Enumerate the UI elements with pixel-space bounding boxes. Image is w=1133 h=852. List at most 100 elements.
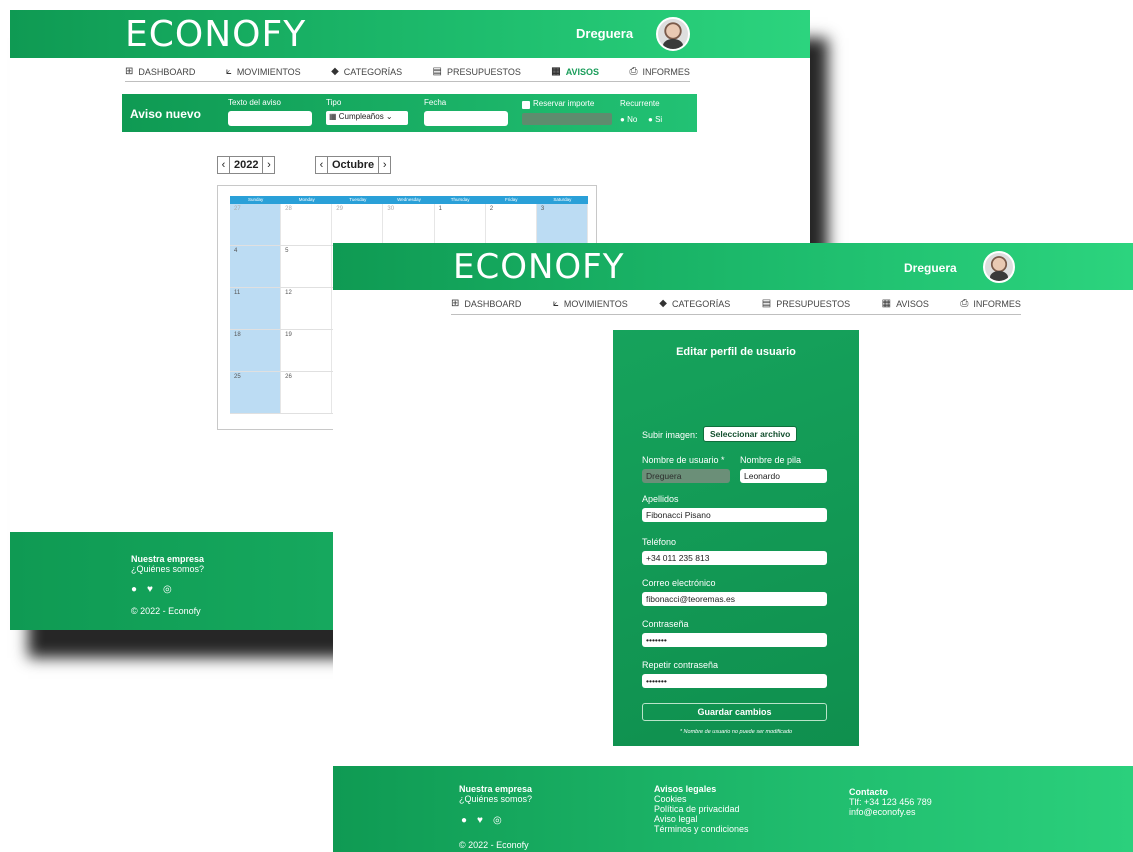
phone-label: Teléfono xyxy=(642,537,677,547)
brand-logo[interactable]: ECONOFY xyxy=(453,247,625,287)
footer-link-legal[interactable]: Aviso legal xyxy=(654,814,697,824)
avatar[interactable] xyxy=(656,17,690,51)
footer-about-link[interactable]: ¿Quiénes somos? xyxy=(131,564,204,574)
calendar-day[interactable]: 27 xyxy=(230,204,282,245)
calendar-day[interactable]: 4 xyxy=(230,246,282,287)
twitter-icon[interactable]: ♥ xyxy=(147,584,153,595)
instagram-icon[interactable]: ◎ xyxy=(493,815,502,826)
email-field[interactable]: fibonacci@teoremas.es xyxy=(642,592,827,606)
calendar-day[interactable]: 11 xyxy=(230,288,282,329)
month-value: Octubre xyxy=(332,159,375,171)
printer-icon: ⎙ xyxy=(629,66,638,77)
header: ECONOFY Dreguera xyxy=(10,10,810,58)
calendar-icon: ▦ xyxy=(551,66,561,77)
user-name[interactable]: Dreguera xyxy=(576,26,633,41)
aviso-text-input[interactable] xyxy=(228,111,312,126)
calendar-day[interactable]: 12 xyxy=(281,288,333,329)
twitter-icon[interactable]: ♥ xyxy=(477,815,483,826)
recurrente-si-radio[interactable]: ● Si xyxy=(648,115,662,124)
github-icon[interactable]: ● xyxy=(131,584,137,595)
footer-link-cookies[interactable]: Cookies xyxy=(654,794,687,804)
nav-label: CATEGORÍAS xyxy=(671,298,731,309)
calendar-icon: ▦ xyxy=(329,112,339,121)
nav-categorias[interactable]: ◆ CATEGORÍAS xyxy=(659,293,730,314)
calendar-day[interactable]: 19 xyxy=(281,330,333,371)
calendar-day[interactable]: 30 xyxy=(383,204,435,245)
footer-contact-email[interactable]: info@econofy.es xyxy=(849,807,916,817)
calendar-day[interactable]: 2 xyxy=(486,204,537,245)
calendar-day[interactable]: 5 xyxy=(281,246,333,287)
new-aviso-form: Aviso nuevo Texto del aviso Tipo ▦ Cumpl… xyxy=(122,94,697,132)
weekday-label: Saturday xyxy=(553,197,572,202)
edit-profile-form: Editar perfil de usuario Subir imagen: S… xyxy=(613,330,859,746)
phone-field[interactable]: +34 011 235 813 xyxy=(642,551,827,565)
footer-about-link[interactable]: ¿Quiénes somos? xyxy=(459,794,532,804)
brand-logo[interactable]: ECONOFY xyxy=(125,14,306,55)
footer-contact-title: Contacto xyxy=(849,787,888,797)
password-field[interactable]: ••••••• xyxy=(642,633,827,647)
aviso-form-title: Aviso nuevo xyxy=(130,107,201,121)
nav-presupuestos[interactable]: ▤ PRESUPUESTOS xyxy=(433,62,521,81)
calendar-day[interactable]: 29 xyxy=(332,204,384,245)
calendar-day[interactable]: 28 xyxy=(281,204,333,245)
nav-movimientos[interactable]: ⟀ MOVIMIENTOS xyxy=(553,293,628,314)
nav-informes[interactable]: ⎙ INFORMES xyxy=(629,62,690,81)
nav-label: PRESUPUESTOS xyxy=(776,298,851,309)
aviso-date-input[interactable] xyxy=(424,111,508,126)
nav-dashboard[interactable]: ⊞ DASHBOARD xyxy=(125,62,195,81)
nav-presupuestos[interactable]: ▤ PRESUPUESTOS xyxy=(762,293,850,314)
reservar-label: Reservar importe xyxy=(533,99,595,108)
nav-label: CATEGORÍAS xyxy=(343,66,403,77)
avatar[interactable] xyxy=(983,251,1015,283)
chevron-right-icon[interactable]: › xyxy=(378,157,390,173)
github-icon[interactable]: ● xyxy=(461,815,467,826)
reservar-checkbox[interactable] xyxy=(522,101,530,109)
nav-label: AVISOS xyxy=(896,298,929,309)
chevron-right-icon[interactable]: › xyxy=(262,157,274,173)
chevron-left-icon[interactable]: ‹ xyxy=(316,157,328,173)
password-label: Contraseña xyxy=(642,619,689,629)
calendar-day[interactable]: 25 xyxy=(230,372,282,413)
chevron-left-icon[interactable]: ‹ xyxy=(218,157,230,173)
user-name[interactable]: Dreguera xyxy=(904,261,957,275)
aviso-type-select[interactable]: ▦ Cumpleaños ⌄ xyxy=(326,111,408,125)
calendar-day[interactable]: 26 xyxy=(281,372,333,413)
recurrente-no-radio[interactable]: ● No xyxy=(620,115,637,124)
tag-icon: ◆ xyxy=(659,298,667,309)
calendar-day[interactable]: 1 xyxy=(435,204,486,245)
nav-label: PRESUPUESTOS xyxy=(446,66,521,77)
calendar-weekday-header: Sunday Monday Tuesday Wednesday Thursday… xyxy=(230,196,588,204)
firstname-label: Nombre de pila xyxy=(740,455,802,465)
weekday-label: Tuesday xyxy=(349,197,367,202)
nav-categorias[interactable]: ◆ CATEGORÍAS xyxy=(331,62,402,81)
nav-informes[interactable]: ⎙ INFORMES xyxy=(960,293,1021,314)
footer-copyright: © 2022 - Econofy xyxy=(131,606,201,616)
nav-avisos[interactable]: ▦ AVISOS xyxy=(882,293,929,314)
username-label: Nombre de usuario * xyxy=(642,455,725,465)
select-file-button[interactable]: Seleccionar archivo xyxy=(703,426,798,442)
footer-copyright: © 2022 - Econofy xyxy=(459,840,529,850)
nav-dashboard[interactable]: ⊞ DASHBOARD xyxy=(451,293,521,314)
instagram-icon[interactable]: ◎ xyxy=(163,584,172,595)
year-picker: ‹ 2022 › xyxy=(217,156,276,174)
lastname-field[interactable]: Fibonacci Pisano xyxy=(642,508,827,522)
footer-link-terms[interactable]: Términos y condiciones xyxy=(654,824,749,834)
main-nav: ⊞ DASHBOARD ⟀ MOVIMIENTOS ◆ CATEGORÍAS ▤ PRE… xyxy=(451,293,1021,315)
firstname-field[interactable]: Leonardo xyxy=(740,469,827,483)
money-icon: ▤ xyxy=(761,298,772,309)
footer-link-privacy[interactable]: Política de privacidad xyxy=(654,804,740,814)
footer-contact-phone: Tlf: +34 123 456 789 xyxy=(849,797,932,807)
radio-label: Si xyxy=(655,115,663,124)
nav-avisos[interactable]: ▦ AVISOS xyxy=(551,62,599,81)
calendar-day[interactable]: 3 xyxy=(536,204,588,245)
nav-label: INFORMES xyxy=(642,66,690,77)
calendar-day[interactable]: 18 xyxy=(230,330,282,371)
save-changes-button[interactable]: Guardar cambios xyxy=(642,703,827,721)
recurrente-label: Recurrente xyxy=(620,99,660,108)
nav-label: DASHBOARD xyxy=(464,298,522,309)
repeat-password-field[interactable]: ••••••• xyxy=(642,674,827,688)
aviso-type-value: Cumpleaños xyxy=(338,112,384,121)
nav-movimientos[interactable]: ⟀ MOVIMIENTOS xyxy=(226,62,301,81)
radio-label: No xyxy=(627,115,638,124)
nav-label: AVISOS xyxy=(565,66,600,77)
